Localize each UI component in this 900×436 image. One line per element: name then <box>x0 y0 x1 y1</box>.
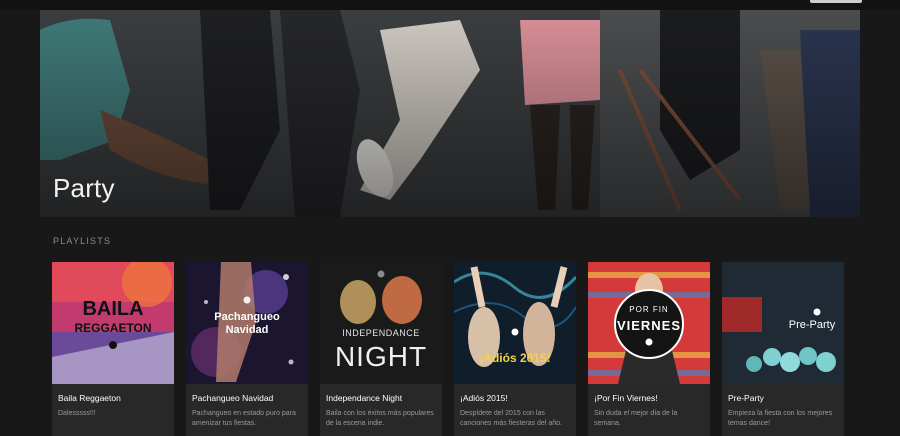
cover-text: Pre-Party <box>789 319 836 331</box>
playlist-card-pre-party[interactable]: Pre-Party Pre-Party Empieza la fiesta co… <box>722 262 844 436</box>
cover-text: REGGAETON <box>74 321 151 335</box>
spotify-logo-icon <box>645 338 653 346</box>
playlist-title[interactable]: ¡Por Fin Viernes! <box>594 393 706 403</box>
playlist-description: Dalesssss!!! <box>58 410 96 417</box>
top-bar-indicator <box>810 0 862 3</box>
playlist-card-baila-reggaeton[interactable]: BAILA REGGAETON Baila Reggaeton Dalessss… <box>52 262 174 436</box>
playlist-description: Pachangueo en estado puro para amenizar … <box>192 410 296 427</box>
cover-text: POR FIN <box>629 305 668 314</box>
playlist-description: Despídete del 2015 con las canciones más… <box>460 410 562 427</box>
cover-text: Pachangueo <box>214 311 280 323</box>
cover-text: VIERNES <box>617 318 681 333</box>
playlist-cover[interactable]: BAILA REGGAETON <box>52 262 174 384</box>
cover-text: BAILA <box>82 298 143 320</box>
cover-text: INDEPENDANCE <box>342 328 420 338</box>
playlist-title[interactable]: Baila Reggaeton <box>58 393 170 403</box>
playlist-card-pachangueo-navidad[interactable]: Pachangueo Navidad Pachangueo Navidad Pa… <box>186 262 308 436</box>
playlist-cover[interactable]: INDEPENDANCE NIGHT <box>320 262 442 384</box>
playlist-card-por-fin-viernes[interactable]: POR FIN VIERNES ¡Por Fin Viernes! Sin du… <box>588 262 710 436</box>
playlist-cover[interactable]: ¡Adiós 2015! <box>454 262 576 384</box>
spotify-logo-icon <box>377 270 385 278</box>
playlist-cover[interactable]: POR FIN VIERNES <box>588 262 710 384</box>
cover-text: NIGHT <box>335 341 427 372</box>
playlist-cover[interactable]: Pachangueo Navidad <box>186 262 308 384</box>
cover-text: ¡Adiós 2015! <box>479 351 550 365</box>
cover-text: Navidad <box>226 324 269 336</box>
hero-banner: Party <box>40 10 860 217</box>
playlist-card-independance-night[interactable]: INDEPENDANCE NIGHT Independance Night Ba… <box>320 262 442 436</box>
hero-image <box>40 10 860 217</box>
playlist-description: Baila con los éxitos más populares de la… <box>326 410 434 427</box>
top-bar <box>0 0 900 10</box>
playlist-title[interactable]: Pre-Party <box>728 393 840 403</box>
playlist-title[interactable]: ¡Adiós 2015! <box>460 393 572 403</box>
spotify-logo-icon <box>109 341 117 349</box>
playlist-card-adios-2015[interactable]: ¡Adiós 2015! ¡Adiós 2015! Despídete del … <box>454 262 576 436</box>
hero-title: Party <box>53 173 115 203</box>
playlist-title[interactable]: Independance Night <box>326 393 438 403</box>
spotify-logo-icon <box>511 328 519 336</box>
section-label-playlists: PLAYLISTS <box>53 236 112 246</box>
spotify-logo-icon <box>243 296 251 304</box>
playlist-description: Empieza la fiesta con los mejores temas … <box>728 410 833 427</box>
playlist-title[interactable]: Pachangueo Navidad <box>192 393 304 403</box>
playlist-cover[interactable]: Pre-Party <box>722 262 844 384</box>
spotify-logo-icon <box>813 308 821 316</box>
playlist-grid: BAILA REGGAETON Baila Reggaeton Dalessss… <box>52 262 852 436</box>
playlist-description: Sin duda el mejor día de la semana. <box>594 410 678 427</box>
